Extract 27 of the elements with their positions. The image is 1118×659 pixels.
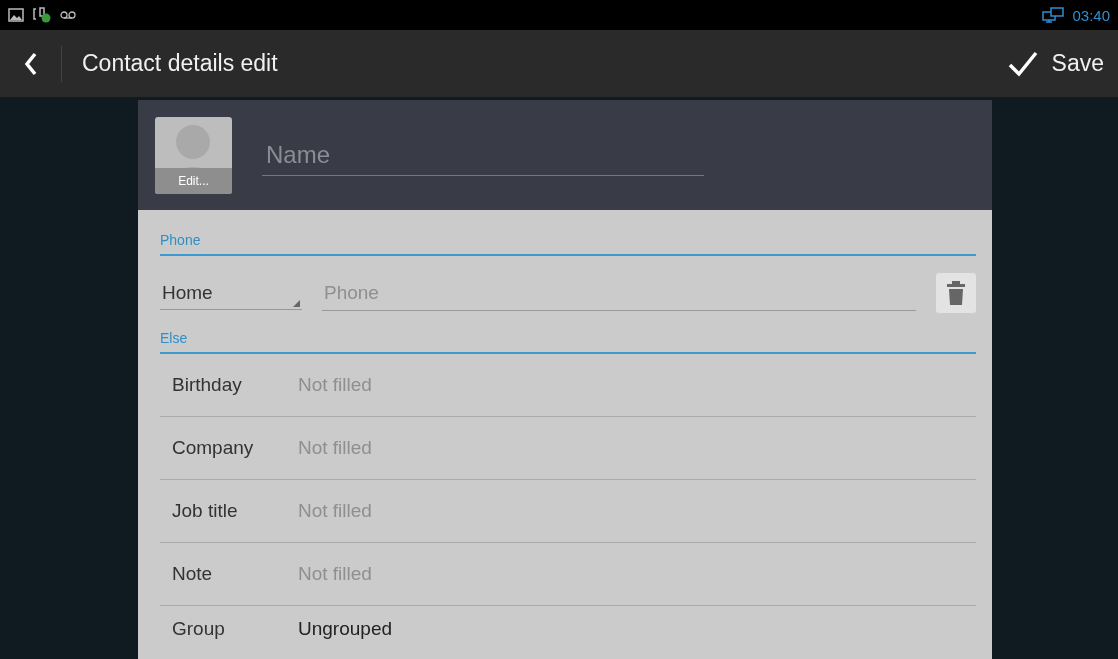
field-label: Birthday [172,374,243,396]
picture-icon [8,8,24,22]
screen-title: Contact details edit [82,50,279,77]
delete-button[interactable] [936,273,976,313]
field-label: Group [172,618,226,640]
field-label: Company [172,437,255,459]
name-field[interactable]: Name [262,134,704,176]
section-title: Phone [160,232,976,256]
text-field[interactable]: Not filled [298,437,976,459]
network-icon [1042,7,1065,23]
save-button[interactable]: Save [1001,49,1110,78]
text-field[interactable]: Not filled [298,563,976,585]
section-title: Else [160,330,976,354]
voicemail-icon [60,11,76,19]
text-field[interactable]: Not filled [298,500,976,522]
phone-type-dropdown[interactable]: Home [160,276,302,310]
checkmark-icon [1007,50,1038,77]
group-field[interactable]: Ungrouped [298,618,976,640]
trash-icon [946,280,966,306]
field-label: Job title [172,500,239,522]
phone-field[interactable]: Phone [322,275,916,311]
field-label: Note [172,563,214,585]
text-field[interactable]: Not filled [298,374,976,396]
clock-time: 03:40 [1072,6,1110,24]
dropdown-corner-icon [293,300,300,307]
phone-check-icon [32,7,52,23]
chevron-left-icon [23,51,38,76]
